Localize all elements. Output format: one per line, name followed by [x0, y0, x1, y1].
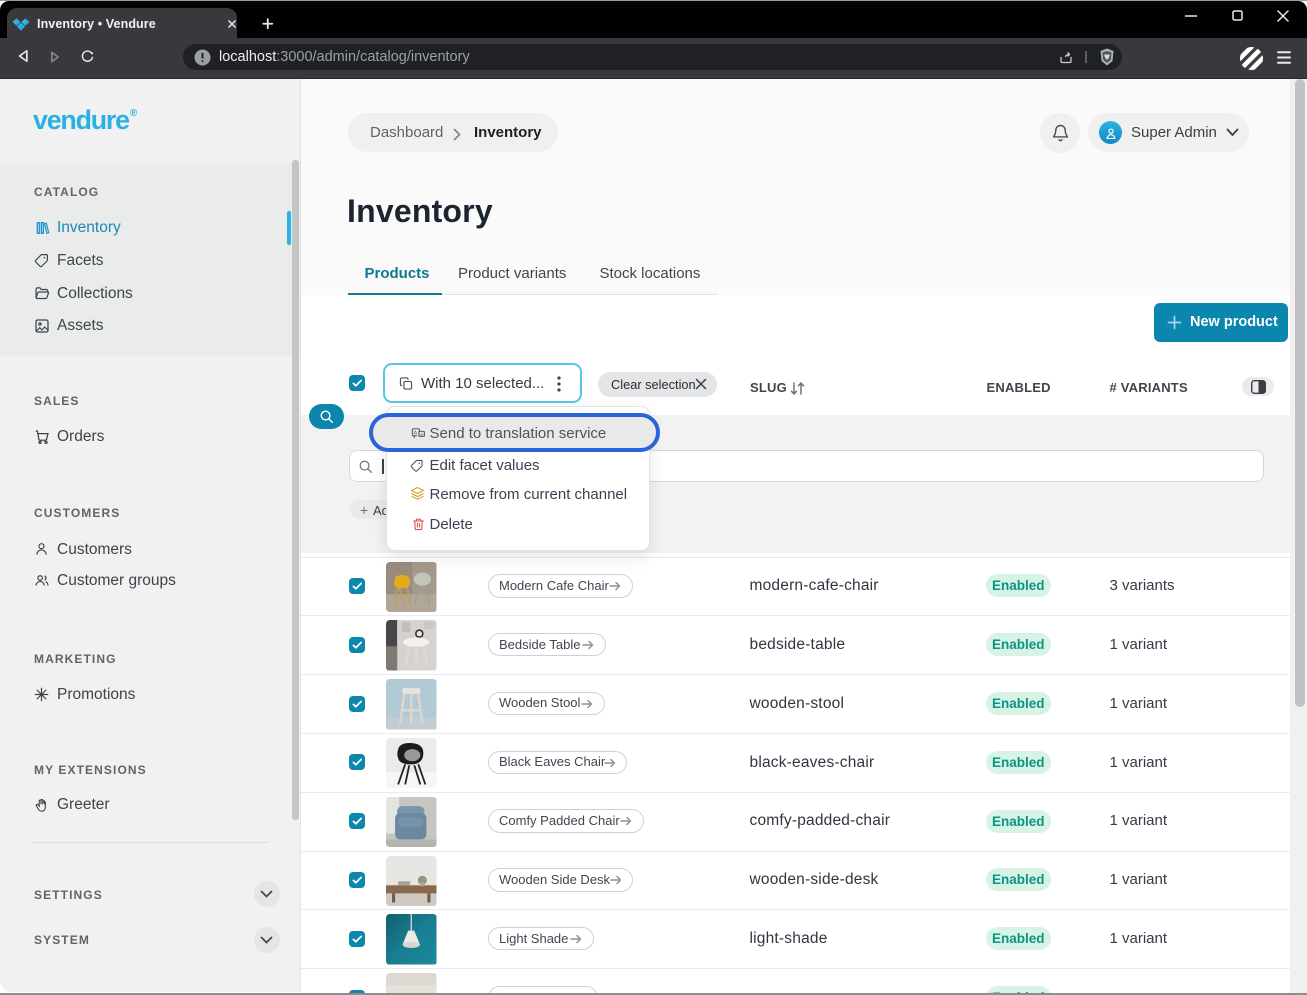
svg-text:a: a	[420, 431, 423, 436]
svg-text:A: A	[414, 430, 418, 436]
